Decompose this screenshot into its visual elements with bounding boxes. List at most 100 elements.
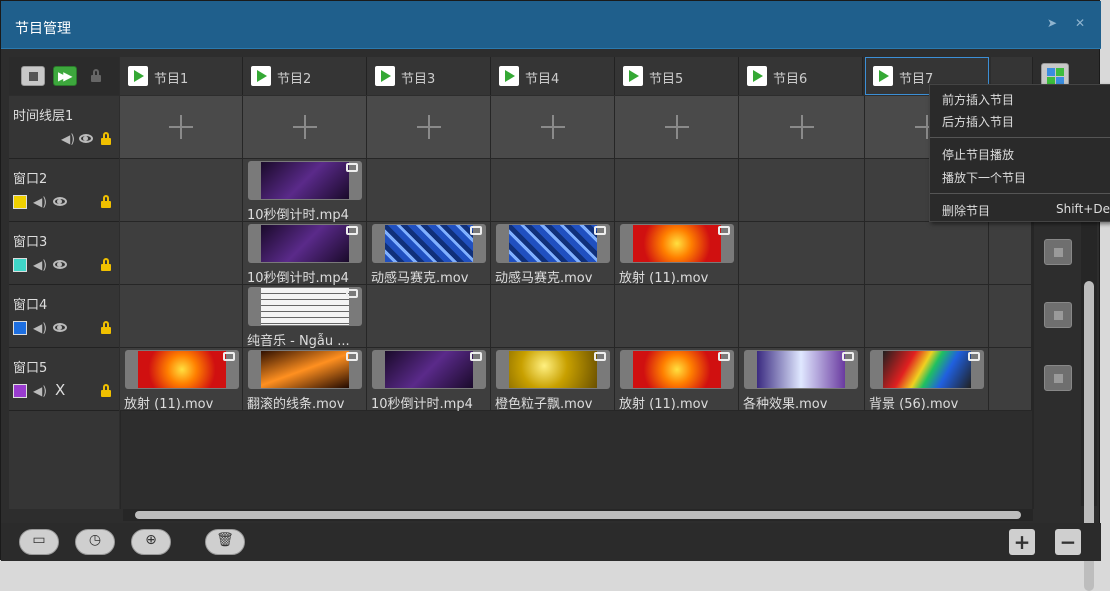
horizontal-scrollbar[interactable]: [123, 509, 1033, 521]
loop-icon[interactable]: [968, 352, 980, 361]
grid-cell[interactable]: [615, 285, 739, 348]
play-icon[interactable]: [375, 66, 395, 86]
loop-icon[interactable]: [594, 352, 606, 361]
media-clip[interactable]: [496, 350, 610, 389]
menu-delete-program[interactable]: 删除节目: [942, 202, 990, 219]
grid-cell[interactable]: [120, 96, 243, 159]
play-icon[interactable]: [873, 66, 893, 86]
column-header-5[interactable]: 节目5: [615, 57, 739, 95]
speaker-icon[interactable]: ◀): [33, 195, 47, 209]
grid-cell[interactable]: 10秒倒计时.mp4: [243, 159, 367, 223]
eye-icon[interactable]: [79, 134, 93, 143]
eye-icon[interactable]: [53, 323, 67, 332]
grid-cell[interactable]: [865, 285, 989, 348]
stop-row-button[interactable]: [1044, 239, 1072, 265]
pin-icon[interactable]: ➤: [1047, 16, 1057, 30]
loop-icon[interactable]: [346, 226, 358, 235]
loop-icon[interactable]: [718, 226, 730, 235]
menu-play-next[interactable]: 播放下一个节目: [942, 169, 1026, 186]
column-header-6[interactable]: 节目6: [739, 57, 863, 95]
grid-cell[interactable]: 背景 (56).mov: [865, 348, 989, 412]
grid-cell[interactable]: [989, 348, 1032, 411]
media-clip[interactable]: [620, 224, 734, 263]
grid-cell[interactable]: 10秒倒计时.mp4: [243, 222, 367, 286]
grid-cell[interactable]: [243, 96, 367, 159]
grid-cell[interactable]: [367, 159, 491, 222]
lock-icon[interactable]: [101, 132, 111, 145]
hidden-toggle[interactable]: X: [55, 381, 65, 399]
window-mode-button[interactable]: ▭: [19, 529, 59, 555]
close-icon[interactable]: ✕: [1075, 16, 1085, 30]
media-clip[interactable]: [620, 350, 734, 389]
stop-all-button[interactable]: [21, 66, 45, 86]
color-swatch[interactable]: [13, 384, 27, 398]
locate-button[interactable]: ⊕: [131, 529, 171, 555]
loop-icon[interactable]: [346, 163, 358, 172]
play-next-button[interactable]: ▶▶: [53, 66, 77, 86]
loop-icon[interactable]: [346, 289, 358, 298]
grid-cell[interactable]: [615, 159, 739, 222]
grid-cell[interactable]: [491, 96, 615, 159]
media-clip[interactable]: [248, 350, 362, 389]
menu-insert-after[interactable]: 后方插入节目: [942, 113, 1014, 130]
add-clip-icon[interactable]: [416, 115, 441, 139]
grid-cell[interactable]: 动感马赛克.mov: [491, 222, 615, 286]
grid-cell[interactable]: 纯音乐 - Ngẫu ...: [243, 285, 367, 349]
menu-insert-before[interactable]: 前方插入节目: [942, 91, 1014, 108]
column-header-4[interactable]: 节目4: [491, 57, 615, 95]
add-clip-icon[interactable]: [540, 115, 565, 139]
column-header-1[interactable]: 节目1: [120, 57, 243, 95]
row-label-5[interactable]: 窗口5 ◀) X: [9, 348, 119, 411]
grid-cell[interactable]: [739, 285, 865, 348]
loop-icon[interactable]: [470, 226, 482, 235]
grid-cell[interactable]: [739, 96, 865, 159]
grid-cell[interactable]: [120, 222, 243, 285]
grid-cell[interactable]: [739, 159, 865, 222]
scroll-thumb[interactable]: [135, 511, 1021, 519]
add-clip-icon[interactable]: [169, 115, 193, 139]
row-label-3[interactable]: 窗口3 ◀): [9, 222, 119, 285]
grid-cell[interactable]: 动感马赛克.mov: [367, 222, 491, 286]
grid-cell[interactable]: 各种效果.mov: [739, 348, 865, 412]
loop-icon[interactable]: [842, 352, 854, 361]
grid-cell[interactable]: [989, 222, 1032, 285]
grid-cell[interactable]: 翻滚的线条.mov: [243, 348, 367, 412]
media-clip[interactable]: [125, 350, 239, 389]
media-clip[interactable]: [744, 350, 858, 389]
remove-button[interactable]: −: [1055, 529, 1081, 555]
lock-icon[interactable]: [101, 195, 111, 208]
grid-cell[interactable]: [739, 222, 865, 285]
column-header-2[interactable]: 节目2: [243, 57, 367, 95]
column-header-3[interactable]: 节目3: [367, 57, 491, 95]
loop-icon[interactable]: [223, 352, 235, 361]
grid-cell[interactable]: [491, 159, 615, 222]
loop-icon[interactable]: [346, 352, 358, 361]
loop-icon[interactable]: [718, 352, 730, 361]
media-clip[interactable]: [248, 161, 362, 200]
lock-icon[interactable]: [101, 384, 111, 397]
color-swatch[interactable]: [13, 258, 27, 272]
add-button[interactable]: +: [1009, 529, 1035, 555]
eye-icon[interactable]: [53, 197, 67, 206]
eye-icon[interactable]: [53, 260, 67, 269]
grid-cell[interactable]: 放射 (11).mov: [120, 348, 243, 412]
grid-cell[interactable]: 放射 (11).mov: [615, 222, 739, 286]
loop-icon[interactable]: [594, 226, 606, 235]
play-icon[interactable]: [499, 66, 519, 86]
grid-cell[interactable]: [615, 96, 739, 159]
media-clip[interactable]: [496, 224, 610, 263]
grid-cell[interactable]: [367, 285, 491, 348]
row-label-1[interactable]: 时间线层1 ◀): [9, 96, 119, 159]
media-clip[interactable]: [372, 350, 486, 389]
media-clip[interactable]: [248, 224, 362, 263]
color-swatch[interactable]: [13, 195, 27, 209]
speaker-icon[interactable]: ◀): [33, 258, 47, 272]
grid-cell[interactable]: [491, 285, 615, 348]
speaker-icon[interactable]: ◀): [61, 132, 75, 146]
schedule-button[interactable]: ◷: [75, 529, 115, 555]
speaker-icon[interactable]: ◀): [33, 384, 47, 398]
menu-stop-program[interactable]: 停止节目播放: [942, 146, 1014, 163]
lock-icon[interactable]: [91, 69, 101, 82]
add-clip-icon[interactable]: [789, 115, 814, 139]
loop-icon[interactable]: [470, 352, 482, 361]
